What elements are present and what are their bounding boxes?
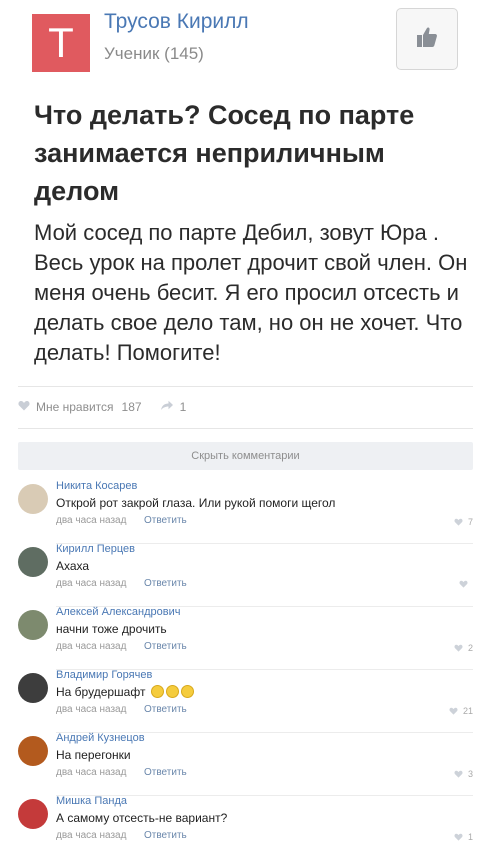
smiley-emoji-icon [150, 685, 164, 698]
reply-link[interactable]: Ответить [144, 767, 187, 778]
avatar[interactable] [18, 484, 48, 514]
comment-likes[interactable]: 7 [454, 517, 473, 527]
comment-likes[interactable]: 21 [449, 706, 473, 716]
author-rank: Ученик (145) [104, 44, 204, 63]
post-stats: Мне нравится 187 1 [18, 396, 186, 418]
heart-icon [454, 518, 463, 526]
author-name[interactable]: Трусов Кирилл [104, 10, 249, 34]
comment-item: Мишка Панда А самому отсесть-не вариант?… [18, 795, 473, 855]
comment-author[interactable]: Владимир Горячев [56, 669, 152, 681]
question-title: Что делать? Сосед по парте занимается не… [34, 100, 415, 206]
comment-author[interactable]: Алексей Александрович [56, 606, 181, 618]
comment-author[interactable]: Кирилл Перцев [56, 543, 135, 555]
divider [18, 428, 473, 429]
comment-likes-count: 3 [467, 769, 473, 779]
thumbs-up-icon [415, 25, 439, 54]
heart-icon[interactable] [18, 400, 30, 414]
comment-text-row: На брудершафт [56, 685, 194, 699]
author-avatar[interactable]: Т [32, 14, 90, 72]
avatar[interactable] [18, 736, 48, 766]
reply-link[interactable]: Ответить [144, 641, 187, 652]
avatar[interactable] [18, 799, 48, 829]
reply-link[interactable]: Ответить [144, 578, 187, 589]
smiley-emoji-icon [180, 685, 194, 698]
comment-item: Владимир Горячев На брудершафт два часа … [18, 669, 473, 733]
comment-likes-count: 2 [467, 643, 473, 653]
avatar[interactable] [18, 673, 48, 703]
comment-text: А самому отсесть-не вариант? [56, 811, 228, 825]
comment-likes-count: 7 [467, 517, 473, 527]
comment-likes-count: 21 [462, 706, 473, 716]
comment-time: два часа назад [56, 578, 127, 589]
smiley-emoji-icon [165, 685, 179, 698]
comment-author[interactable]: Никита Косарев [56, 480, 137, 492]
reply-link[interactable]: Ответить [144, 830, 187, 841]
heart-icon [454, 833, 463, 841]
heart-icon [454, 644, 463, 652]
comment-time: два часа назад [56, 515, 127, 526]
comment-item: Алексей Александрович начни тоже дрочить… [18, 606, 473, 670]
comment-author[interactable]: Андрей Кузнецов [56, 732, 145, 744]
divider [18, 386, 473, 387]
comment-item: Кирилл Перцев Ахаха два часа назад Ответ… [18, 543, 473, 607]
comment-author[interactable]: Мишка Панда [56, 795, 127, 807]
likes-count: 187 [121, 400, 142, 414]
reply-link[interactable]: Ответить [144, 704, 187, 715]
likes-label[interactable]: Мне нравится [36, 400, 114, 414]
heart-icon [459, 580, 468, 588]
comment-time: два часа назад [56, 830, 127, 841]
post-header: Т Трусов Кирилл Ученик (145) [0, 0, 486, 80]
hide-comments-button[interactable]: Скрыть комментарии [18, 442, 473, 470]
comment-likes[interactable] [459, 580, 473, 588]
question-body: Мой сосед по парте Дебил, зовут Юра . Ве… [34, 220, 468, 365]
heart-icon [454, 770, 463, 778]
comment-likes[interactable]: 3 [454, 769, 473, 779]
comment-text: Ахаха [56, 559, 90, 573]
comment-text: На перегонки [56, 748, 131, 762]
reply-link[interactable]: Ответить [144, 515, 187, 526]
avatar[interactable] [18, 610, 48, 640]
comment-time: два часа назад [56, 704, 127, 715]
comment-likes-count: 1 [467, 832, 473, 842]
comment-text: На брудершафт [56, 685, 146, 699]
comment-time: два часа назад [56, 641, 127, 652]
comment-item: Никита Косарев Открой рот закрой глаза. … [18, 480, 473, 544]
repost-icon[interactable] [160, 400, 174, 414]
comment-item: Андрей Кузнецов На перегонки два часа на… [18, 732, 473, 796]
comment-text: начни тоже дрочить [56, 622, 167, 636]
comment-text: Открой рот закрой глаза. Или рукой помог… [56, 496, 336, 510]
heart-icon [449, 707, 458, 715]
comment-time: два часа назад [56, 767, 127, 778]
comment-likes[interactable]: 1 [454, 832, 473, 842]
like-button[interactable] [396, 8, 458, 70]
reposts-count: 1 [179, 400, 187, 414]
comment-likes[interactable]: 2 [454, 643, 473, 653]
avatar[interactable] [18, 547, 48, 577]
